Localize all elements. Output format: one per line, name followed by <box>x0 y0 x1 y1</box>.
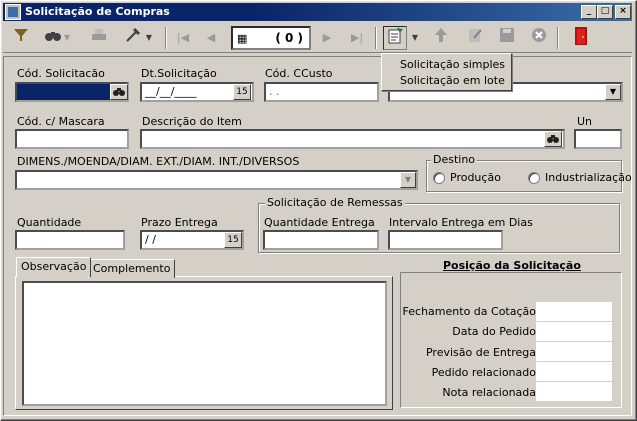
toolbar: ▼ ▼ |◀ ◀ ▦ ( 0 ) ▶ ▶| ▼ <box>3 23 632 53</box>
toolbar-separator <box>557 27 559 49</box>
menu-item-solicitacao-lote[interactable]: Solicitação em lote <box>400 74 505 87</box>
intervalo-input[interactable] <box>388 230 503 250</box>
new-document-icon[interactable] <box>383 26 407 50</box>
cod-ccusto-label: Cód. CCusto <box>265 67 333 80</box>
nota-relacionada-label: Nota relacionada <box>442 386 536 399</box>
grid-icon: ▦ <box>237 32 248 45</box>
observacao-textarea[interactable] <box>22 281 387 406</box>
fechamento-cotacao-label: Fechamento da Cotação <box>402 305 536 318</box>
data-pedido-label: Data do Pedido <box>452 325 536 338</box>
prazo-entrega-label: Prazo Entrega <box>141 216 218 229</box>
close-button[interactable]: × <box>615 5 631 19</box>
previsao-entrega-value <box>536 342 612 362</box>
cancel-icon[interactable] <box>527 26 551 50</box>
cod-mascara-label: Cód. c/ Mascara <box>17 115 105 128</box>
tab-complemento[interactable]: Complemento <box>88 259 176 278</box>
dt-solicitacao-label: Dt.Solicitação <box>141 67 217 80</box>
up-arrow-icon[interactable] <box>429 26 453 50</box>
toolbar-separator <box>165 27 167 49</box>
minimize-button[interactable]: _ <box>581 5 597 19</box>
destino-title: Destino <box>431 153 478 166</box>
app-icon <box>5 4 21 20</box>
un-label: Un <box>577 115 593 128</box>
quantidade-label: Quantidade <box>17 216 82 229</box>
next-record-icon[interactable]: ▶ <box>315 26 339 50</box>
search-binoculars-icon[interactable] <box>110 84 128 100</box>
cod-mascara-input[interactable] <box>15 129 129 149</box>
tools-icon[interactable] <box>121 26 145 50</box>
intervalo-label: Intervalo Entrega em Dias <box>389 216 533 229</box>
calendar-button[interactable]: 15 <box>233 84 251 100</box>
industrializacao-label: Industrialização <box>545 171 632 184</box>
previsao-entrega-label: Previsão de Entrega <box>425 346 536 359</box>
data-pedido-value <box>536 322 612 342</box>
qtd-entrega-label: Quantidade Entrega <box>264 216 375 229</box>
ccusto-dropdown-icon[interactable]: ▼ <box>605 84 621 100</box>
dimens-label: DIMENS./MOENDA/DIAM. EXT./DIAM. INT./DIV… <box>17 155 300 168</box>
save-icon[interactable] <box>495 26 519 50</box>
fechamento-cotacao-value <box>536 302 612 322</box>
cod-solicitacao-label: Cód. Solicitacão <box>17 67 105 80</box>
tools-dropdown-icon[interactable]: ▼ <box>143 26 155 50</box>
last-record-icon[interactable]: ▶| <box>345 26 369 50</box>
tab-observacao[interactable]: Observação <box>16 257 92 277</box>
descricao-input[interactable] <box>140 129 565 149</box>
exit-door-icon[interactable] <box>569 26 593 50</box>
maximize-button[interactable]: □ <box>597 5 613 19</box>
previous-record-icon[interactable]: ◀ <box>199 26 223 50</box>
new-dropdown-icon[interactable]: ▼ <box>409 26 421 50</box>
descricao-search-icon[interactable] <box>544 131 562 147</box>
cod-ccusto-input[interactable]: . . <box>264 82 379 102</box>
quantidade-input[interactable] <box>15 230 125 250</box>
new-solicitation-menu: Solicitação simples Solicitação em lote <box>381 53 512 91</box>
dimens-dropdown-icon[interactable]: ▼ <box>400 172 416 188</box>
print-icon[interactable] <box>87 26 111 50</box>
industrializacao-radio[interactable] <box>528 172 540 184</box>
dimens-select[interactable] <box>15 170 418 190</box>
remessas-title: Solicitação de Remessas <box>265 196 405 209</box>
nota-relacionada-value <box>536 382 612 402</box>
binoculars-dropdown-icon[interactable]: ▼ <box>61 26 73 50</box>
menu-item-solicitacao-simples[interactable]: Solicitação simples <box>400 58 505 71</box>
record-counter: ▦ ( 0 ) <box>231 26 311 50</box>
edit-icon[interactable] <box>463 26 487 50</box>
pedido-relacionado-label: Pedido relacionado <box>431 366 536 379</box>
record-count: ( 0 ) <box>275 31 303 45</box>
descricao-label: Descrição do Item <box>142 115 242 128</box>
qtd-entrega-input[interactable] <box>263 230 379 250</box>
producao-radio[interactable] <box>433 172 445 184</box>
title-bar[interactable]: Solicitação de Compras _ □ × <box>3 3 632 21</box>
un-input[interactable] <box>574 129 622 149</box>
filter-icon[interactable] <box>9 26 33 50</box>
pedido-relacionado-value <box>536 362 612 382</box>
producao-label: Produção <box>450 171 501 184</box>
toolbar-separator <box>375 27 377 49</box>
prazo-calendar-button[interactable]: 15 <box>224 232 242 248</box>
first-record-icon[interactable]: |◀ <box>171 26 195 50</box>
posicao-title: Posição da Solicitação <box>443 259 581 272</box>
window-title: Solicitação de Compras <box>25 5 170 18</box>
